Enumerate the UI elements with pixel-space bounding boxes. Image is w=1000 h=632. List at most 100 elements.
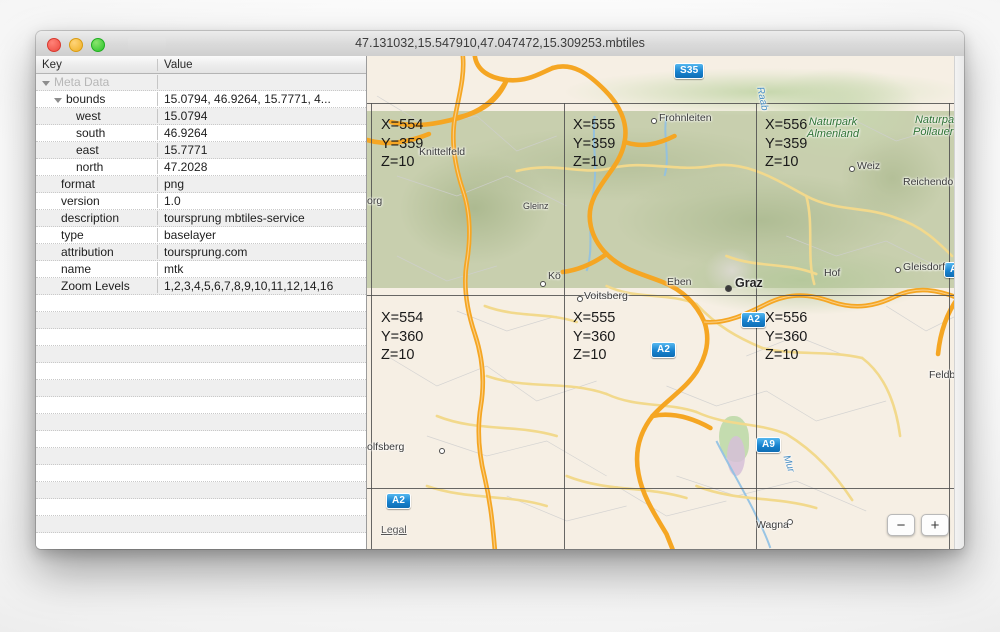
tile-y: Y=360 — [573, 328, 616, 345]
row-value-cell: toursprung mbtiles-service — [164, 211, 305, 225]
table-body: Meta Data bounds 15.0794, 46.9264, 15.7771… — [36, 74, 366, 549]
tile-y: Y=360 — [765, 328, 808, 345]
metadata-table: Key Value Meta Data bounds 15.0794, 46.926… — [36, 56, 367, 549]
highway-shield-a2-central: A2 — [651, 342, 677, 358]
row-value-cell: 15.0794 — [164, 109, 208, 123]
row-value-cell: mtk — [164, 262, 184, 276]
table-row[interactable]: Zoom Levels 1,2,3,4,5,6,7,8,9,10,11,12,14… — [36, 278, 366, 295]
row-key-cell: description — [36, 211, 158, 225]
place-dot-wolfsberg — [439, 448, 445, 454]
window-titlebar[interactable]: 47.131032,15.547910,47.047472,15.309253.… — [36, 31, 964, 57]
disclosure-triangle-icon[interactable] — [54, 97, 62, 103]
table-row-empty[interactable] — [36, 465, 366, 482]
disclosure-triangle-icon[interactable] — [42, 80, 50, 86]
row-value-cell: png — [164, 177, 185, 191]
table-row-empty[interactable] — [36, 295, 366, 312]
row-key-cell: version — [36, 194, 158, 208]
table-row-empty[interactable] — [36, 431, 366, 448]
place-label-koflach: Kö — [548, 270, 561, 282]
table-row-empty[interactable] — [36, 533, 366, 549]
row-key-cell: east — [36, 143, 158, 157]
row-key-cell: type — [36, 228, 158, 242]
park-label-almenland: Naturpark Almenland — [807, 116, 859, 140]
table-row[interactable]: attribution toursprung.com — [36, 244, 366, 261]
tile-label-555-359: X=555 Y=359 Z=10 — [573, 116, 615, 172]
place-label-knittelfeld: Knittelfeld — [419, 146, 466, 158]
table-row-empty[interactable] — [36, 482, 366, 499]
row-key-label: attribution — [61, 245, 114, 259]
row-value-cell: 1.0 — [164, 194, 181, 208]
place-label-reichendorf: Reichendorf — [903, 176, 960, 188]
row-key-label: description — [61, 211, 120, 225]
place-label-feldbach: Feldb — [929, 369, 956, 381]
tile-x: X=555 — [573, 117, 616, 133]
row-key-cell: Meta Data — [36, 75, 158, 89]
legal-link[interactable]: Legal — [381, 524, 407, 536]
row-value-cell: 15.0794, 46.9264, 15.7771, 4... — [164, 92, 331, 106]
table-row-empty[interactable] — [36, 363, 366, 380]
zoom-in-button[interactable]: + — [921, 514, 949, 536]
column-header-key[interactable]: Key — [36, 58, 158, 71]
zoom-out-button[interactable]: − — [887, 514, 915, 536]
tile-label-554-359: X=554 Y=359 Z=10 — [381, 116, 423, 172]
table-row-group[interactable]: Meta Data — [36, 74, 366, 91]
row-key-cell: name — [36, 262, 158, 276]
place-dot-frohnleiten — [651, 118, 657, 124]
table-row-empty[interactable] — [36, 346, 366, 363]
table-row[interactable]: version 1.0 — [36, 193, 366, 210]
row-value-cell: 47.2028 — [164, 160, 208, 174]
row-key-label: type — [61, 228, 84, 242]
row-key-label: Zoom Levels — [61, 279, 130, 293]
table-row[interactable]: west 15.0794 — [36, 108, 366, 125]
map-vertical-scrollbar[interactable] — [954, 56, 964, 549]
table-row-empty[interactable] — [36, 516, 366, 533]
table-row-empty[interactable] — [36, 499, 366, 516]
table-row[interactable]: east 15.7771 — [36, 142, 366, 159]
row-key-cell: format — [36, 177, 158, 191]
table-row-empty[interactable] — [36, 329, 366, 346]
map-view[interactable]: X=554 Y=359 Z=10 X=555 Y=359 Z=10 X=556 … — [367, 56, 964, 549]
road-network-layer — [367, 56, 961, 549]
table-row-empty[interactable] — [36, 380, 366, 397]
table-row[interactable]: north 47.2028 — [36, 159, 366, 176]
place-label-frohnleiten: Frohnleiten — [659, 112, 712, 124]
row-key-cell: Zoom Levels — [36, 279, 158, 293]
row-value-cell: toursprung.com — [164, 245, 248, 259]
table-row-empty[interactable] — [36, 312, 366, 329]
mbtiles-viewer-window: 47.131032,15.547910,47.047472,15.309253.… — [36, 31, 964, 549]
row-key-label: name — [61, 262, 92, 276]
row-value-cell: baselayer — [164, 228, 217, 242]
table-row-empty[interactable] — [36, 414, 366, 431]
tile-z: Z=10 — [381, 154, 415, 170]
place-label-weiz: Weiz — [857, 160, 881, 172]
place-label-eben: Eben — [667, 276, 692, 288]
column-header-value[interactable]: Value — [158, 59, 366, 71]
tile-z: Z=10 — [573, 347, 607, 363]
park-line-1: Naturpark — [808, 116, 858, 128]
highway-shield-a2-graz: A2 — [741, 312, 767, 328]
tile-label-554-360: X=554 Y=360 Z=10 — [381, 309, 423, 365]
table-row[interactable]: description toursprung mbtiles-service — [36, 210, 366, 227]
row-key-label: west — [76, 109, 101, 123]
table-row-empty[interactable] — [36, 448, 366, 465]
group-label: Meta Data — [54, 75, 110, 89]
table-row[interactable]: type baselayer — [36, 227, 366, 244]
table-row[interactable]: south 46.9264 — [36, 125, 366, 142]
row-value-cell: 46.9264 — [164, 126, 208, 140]
table-row[interactable]: name mtk — [36, 261, 366, 278]
place-label-gleinz: Gleinz — [523, 201, 549, 211]
tile-label-555-360: X=555 Y=360 Z=10 — [573, 309, 615, 365]
table-row[interactable]: format png — [36, 176, 366, 193]
highway-shield-a2-west: A2 — [386, 493, 412, 509]
tile-x: X=555 — [573, 310, 616, 326]
table-row[interactable]: bounds 15.0794, 46.9264, 15.7771, 4... — [36, 91, 366, 108]
table-row-empty[interactable] — [36, 397, 366, 414]
place-dot-gleisdorf — [895, 267, 901, 273]
tile-x: X=554 — [381, 310, 424, 326]
place-label-hof: Hof — [824, 267, 841, 279]
row-key-label: version — [61, 194, 100, 208]
tile-y: Y=359 — [765, 135, 808, 152]
tile-x: X=556 — [765, 117, 808, 133]
highway-shield-s35: S35 — [674, 63, 705, 79]
tile-y: Y=360 — [381, 328, 424, 345]
